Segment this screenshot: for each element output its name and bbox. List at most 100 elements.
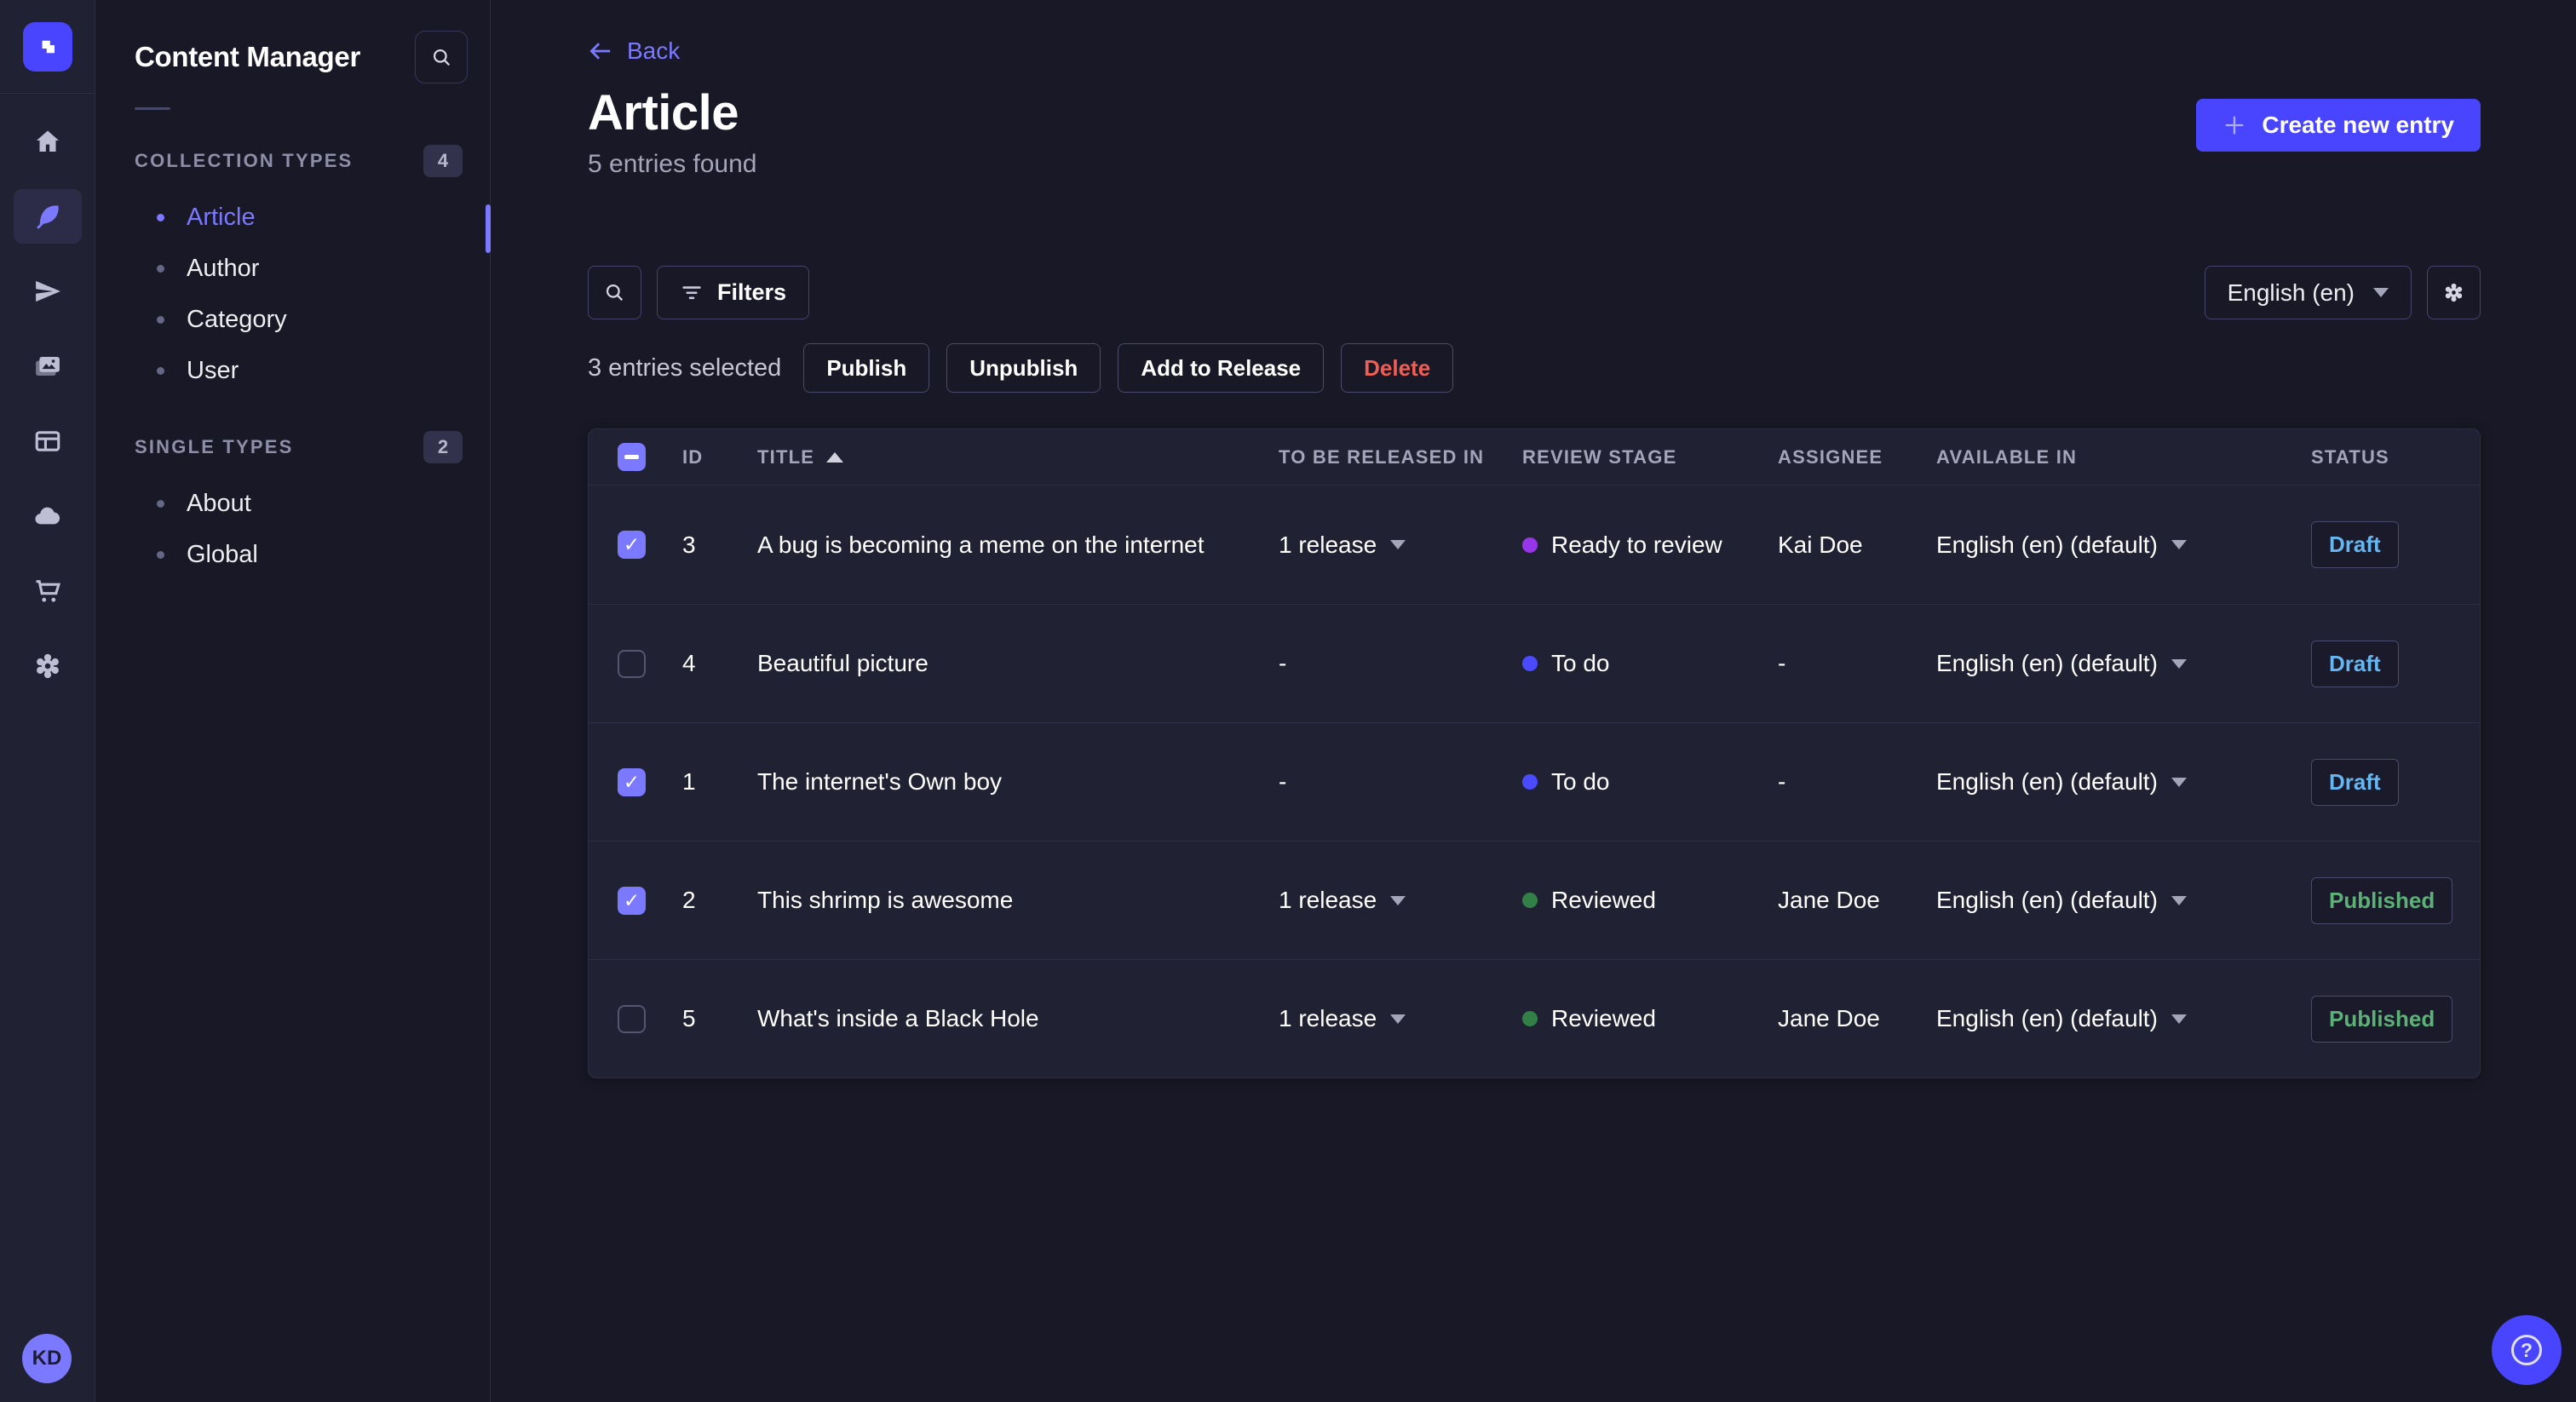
stage-dot-icon	[1522, 537, 1538, 553]
locale-value: English (en)	[2227, 279, 2355, 306]
indeterminate-dash-icon	[624, 455, 639, 459]
sidebar-item-about[interactable]: About	[95, 478, 490, 529]
cell-status: Draft	[2311, 521, 2480, 568]
column-header-title[interactable]: TITLE	[757, 446, 1279, 468]
help-button[interactable]: ?	[2492, 1315, 2562, 1385]
user-avatar[interactable]: KD	[22, 1334, 72, 1383]
cell-review-stage: To do	[1522, 650, 1778, 677]
status-badge: Draft	[2311, 640, 2399, 687]
cell-id: 5	[682, 1005, 696, 1031]
cell-assignee: -	[1778, 768, 1786, 795]
settings-gear-icon[interactable]	[14, 639, 82, 693]
cell-available-in[interactable]: English (en) (default)	[1936, 887, 2311, 914]
rail-nav	[13, 114, 82, 693]
status-badge: Published	[2311, 876, 2453, 924]
rail-divider	[0, 93, 95, 94]
cell-to-be-released-in: -	[1279, 650, 1287, 676]
chevron-down-icon	[1390, 895, 1406, 905]
bullet-icon	[157, 550, 164, 559]
cell-title: Beautiful picture	[757, 650, 929, 676]
chevron-down-icon	[2171, 777, 2187, 787]
content-manager-feather-icon[interactable]	[13, 189, 82, 244]
cell-id: 2	[682, 887, 696, 913]
cell-title: This shrimp is awesome	[757, 887, 1014, 913]
search-icon[interactable]	[588, 266, 641, 319]
view-settings-gear-icon[interactable]	[2427, 266, 2481, 319]
cell-available-in[interactable]: English (en) (default)	[1936, 531, 2311, 559]
status-badge: Draft	[2311, 758, 2399, 806]
unpublish-button[interactable]: Unpublish	[946, 343, 1101, 393]
cell-status: Published	[2311, 876, 2480, 924]
chevron-down-icon	[2171, 658, 2187, 669]
table-row[interactable]: 4 Beautiful picture - To do - English (en) (d…	[589, 604, 2480, 722]
cell-assignee: Jane Doe	[1778, 887, 1880, 913]
sidebar-divider	[135, 107, 170, 110]
search-icon[interactable]	[415, 31, 468, 83]
sidebar-item-global[interactable]: Global	[95, 529, 490, 580]
column-header-assignee[interactable]: ASSIGNEE	[1778, 446, 1936, 468]
column-header-id[interactable]: ID	[682, 446, 757, 468]
add-to-release-button[interactable]: Add to Release	[1118, 343, 1325, 393]
section-label: SINGLE TYPES	[135, 436, 294, 457]
row-checkbox[interactable]: ✓	[618, 531, 646, 559]
plus-icon	[2225, 116, 2244, 135]
cell-available-in[interactable]: English (en) (default)	[1936, 1005, 2311, 1032]
chevron-down-icon	[2171, 540, 2187, 549]
sidebar-item-label: Author	[187, 254, 260, 282]
cloud-icon[interactable]	[14, 489, 82, 543]
strapi-logo-glyph	[42, 40, 55, 54]
selection-bar: 3 entries selected Publish Unpublish Add…	[588, 343, 2481, 393]
cell-to-be-released-in[interactable]: 1 release	[1279, 1005, 1522, 1032]
cell-to-be-released-in[interactable]: 1 release	[1279, 531, 1522, 559]
delete-button[interactable]: Delete	[1341, 343, 1454, 393]
column-header-review-stage[interactable]: REVIEW STAGE	[1522, 446, 1778, 468]
table-row[interactable]: ✓ 2 This shrimp is awesome 1 release Reviewe…	[589, 841, 2480, 959]
cell-id: 1	[682, 768, 696, 795]
sidebar-item-article[interactable]: Article	[95, 192, 490, 243]
cell-status: Draft	[2311, 758, 2480, 806]
cell-review-stage: Reviewed	[1522, 1005, 1778, 1032]
marketplace-cart-icon[interactable]	[14, 564, 82, 618]
cell-review-stage: To do	[1522, 768, 1778, 796]
cell-assignee: -	[1778, 650, 1786, 676]
section-single-types: SINGLE TYPES 2 About Global	[95, 428, 490, 580]
home-icon[interactable]	[14, 114, 82, 169]
publish-button[interactable]: Publish	[803, 343, 930, 393]
cell-assignee: Kai Doe	[1778, 531, 1863, 558]
filter-icon	[682, 285, 701, 299]
cell-available-in[interactable]: English (en) (default)	[1936, 768, 2311, 796]
locale-select[interactable]: English (en)	[2204, 266, 2412, 319]
table-row[interactable]: ✓ 3 A bug is becoming a meme on the intern…	[589, 486, 2480, 604]
back-label: Back	[627, 37, 681, 64]
sidebar-item-user[interactable]: User	[95, 345, 490, 396]
content-builder-icon[interactable]	[14, 414, 82, 468]
row-checkbox[interactable]	[618, 1004, 646, 1033]
row-checkbox[interactable]: ✓	[618, 767, 646, 796]
sidebar-item-category[interactable]: Category	[95, 294, 490, 345]
app-window: KD Content Manager COLLECTION TYPES 4 Ar…	[0, 0, 2576, 1402]
paper-plane-icon[interactable]	[14, 264, 82, 319]
section-label: COLLECTION TYPES	[135, 150, 354, 171]
back-link[interactable]: Back	[588, 37, 680, 65]
sort-ascending-icon	[826, 451, 844, 463]
row-checkbox[interactable]	[618, 649, 646, 678]
filters-button[interactable]: Filters	[657, 266, 810, 319]
select-all-checkbox[interactable]	[618, 443, 646, 471]
cell-status: Published	[2311, 995, 2480, 1043]
table-row[interactable]: 5 What's inside a Black Hole 1 release Revi…	[589, 959, 2480, 1077]
question-mark-icon: ?	[2511, 1335, 2542, 1365]
column-header-available-in[interactable]: AVAILABLE IN	[1936, 446, 2311, 468]
table-body: ✓ 3 A bug is becoming a meme on the intern…	[589, 486, 2480, 1077]
column-header-label: TITLE	[757, 445, 815, 468]
table-row[interactable]: ✓ 1 The internet's Own boy - To do - English (…	[589, 722, 2480, 841]
column-header-status[interactable]: STATUS	[2311, 446, 2480, 468]
create-new-entry-button[interactable]: Create new entry	[2196, 99, 2481, 152]
cell-available-in[interactable]: English (en) (default)	[1936, 650, 2311, 677]
create-new-entry-label: Create new entry	[2262, 112, 2454, 138]
column-header-to-be-released-in[interactable]: TO BE RELEASED IN	[1279, 446, 1522, 468]
sidebar-item-author[interactable]: Author	[95, 243, 490, 294]
media-library-icon[interactable]	[14, 339, 82, 394]
cell-to-be-released-in[interactable]: 1 release	[1279, 887, 1522, 914]
strapi-logo-icon[interactable]	[22, 22, 72, 72]
row-checkbox[interactable]: ✓	[618, 886, 646, 915]
